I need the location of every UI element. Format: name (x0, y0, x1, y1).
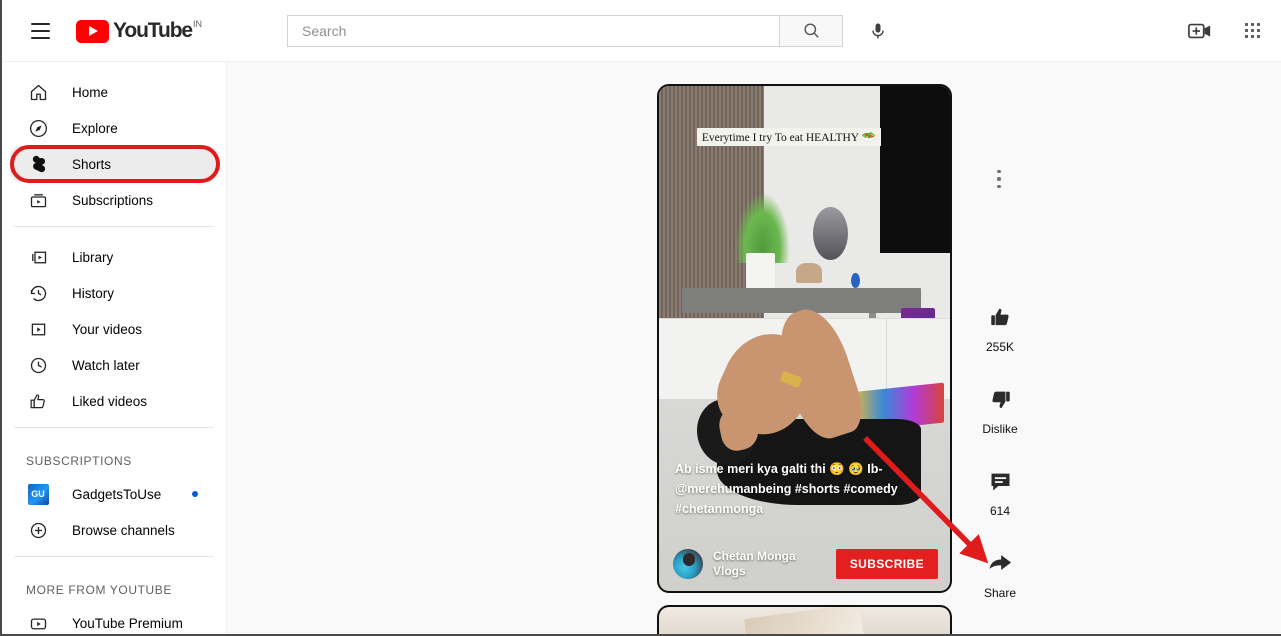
main-content-area: Everytime I try To eat HEALTHY 🥗 Ab isme… (227, 62, 1281, 634)
subscriptions-section-title: SUBSCRIPTIONS (26, 454, 132, 468)
history-clock-icon (26, 281, 50, 305)
subscriptions-icon (26, 188, 50, 212)
shorts-icon (26, 152, 50, 176)
like-button[interactable]: 255K (969, 300, 1031, 354)
channel-avatar: GU (26, 482, 50, 506)
sidebar-label: Library (72, 249, 114, 265)
search-area (287, 14, 895, 48)
share-button[interactable]: Share (969, 546, 1031, 600)
sidebar-label: Home (72, 84, 109, 100)
gadgetstouse-avatar-text: GU (27, 483, 49, 505)
sidebar-item-liked-videos[interactable]: Liked videos (2, 383, 226, 419)
sidebar-item-home[interactable]: Home (2, 74, 226, 110)
new-content-dot (192, 491, 198, 497)
sidebar-label: Subscriptions (72, 192, 154, 208)
voice-search-button[interactable] (861, 14, 895, 48)
sidebar-item-youtube-premium[interactable]: YouTube Premium (2, 605, 226, 634)
comment-count: 614 (989, 504, 1011, 518)
video-description: Ab isme meri kya galti thi 😳 🥹 Ib-@mereh… (675, 462, 898, 516)
youtube-country-code: IN (193, 18, 203, 29)
library-nav-group: Library History Your videos Watch later … (2, 227, 226, 427)
sidebar-label: Liked videos (72, 393, 148, 409)
thumbs-up-icon (983, 300, 1017, 334)
youtube-shorts-page: YouTube IN Search Home Explore Shorts Su… (0, 0, 1281, 636)
youtube-play-icon (76, 19, 109, 43)
subscriptions-nav-group: SUBSCRIPTIONS GU GadgetsToUse Browse cha… (2, 428, 226, 556)
thumbs-up-icon (26, 389, 50, 413)
share-arrow-icon (983, 546, 1017, 580)
sidebar-label: History (72, 285, 115, 301)
search-button[interactable] (779, 14, 844, 47)
youtube-logo-text: YouTube (113, 18, 193, 42)
shorts-video-player[interactable]: Everytime I try To eat HEALTHY 🥗 Ab isme… (657, 84, 952, 593)
channel-name-line2: Vlogs (713, 564, 746, 578)
comment-icon (983, 464, 1017, 498)
sidebar-label: Browse channels (72, 522, 175, 538)
dislike-label: Dislike (982, 422, 1018, 436)
dislike-button[interactable]: Dislike (969, 382, 1031, 436)
channel-avatar[interactable] (673, 549, 703, 579)
plus-circle-icon (26, 518, 50, 542)
sidebar-item-library[interactable]: Library (2, 239, 226, 275)
search-box[interactable] (287, 14, 780, 47)
left-sidebar: Home Explore Shorts Subscriptions Librar… (2, 62, 227, 634)
sidebar-label: Shorts (72, 156, 112, 172)
create-video-icon[interactable] (1187, 18, 1213, 44)
youtube-premium-icon (26, 611, 50, 634)
library-icon (26, 245, 50, 269)
channel-info-row: Chetan Monga Vlogs SUBSCRIBE (673, 549, 938, 579)
sidebar-item-history[interactable]: History (2, 275, 226, 311)
next-short-preview[interactable] (657, 605, 952, 634)
sidebar-label: Explore (72, 120, 118, 136)
sidebar-item-subscriptions[interactable]: Subscriptions (2, 182, 226, 218)
microphone-icon (872, 23, 884, 38)
sidebar-item-shorts[interactable]: Shorts (10, 146, 218, 182)
more-from-youtube-group: MORE FROM YOUTUBE YouTube Premium (2, 557, 226, 634)
subscribe-button[interactable]: SUBSCRIBE (835, 549, 938, 579)
sidebar-item-your-videos[interactable]: Your videos (2, 311, 226, 347)
magnifying-glass-icon (803, 23, 819, 38)
top-header-bar: YouTube IN (2, 0, 1281, 62)
comments-button[interactable]: 614 (969, 464, 1031, 518)
share-label: Share (983, 586, 1017, 600)
sidebar-label: YouTube Premium (72, 615, 183, 631)
sidebar-item-gadgetstouse[interactable]: GU GadgetsToUse (2, 476, 226, 512)
primary-nav-group: Home Explore Shorts Subscriptions (2, 62, 226, 226)
channel-name-line1: Chetan Monga (713, 549, 796, 563)
like-count: 255K (985, 340, 1015, 354)
shorts-player-column: Everytime I try To eat HEALTHY 🥗 Ab isme… (657, 84, 952, 593)
hamburger-menu-icon[interactable] (18, 9, 62, 53)
search-input[interactable] (302, 22, 780, 39)
sidebar-label: Watch later (72, 357, 140, 373)
home-icon (26, 80, 50, 104)
clock-icon (26, 353, 50, 377)
sidebar-item-watch-later[interactable]: Watch later (2, 347, 226, 383)
more-section-title: MORE FROM YOUTUBE (26, 583, 172, 597)
youtube-logo[interactable]: YouTube IN (76, 18, 202, 44)
thumbs-down-icon (983, 382, 1017, 416)
sidebar-item-browse-channels[interactable]: Browse channels (2, 512, 226, 548)
header-right-icons (1187, 18, 1265, 44)
sidebar-label: GadgetsToUse (72, 486, 162, 502)
sidebar-item-explore[interactable]: Explore (2, 110, 226, 146)
video-overlay-caption: Everytime I try To eat HEALTHY 🥗 (696, 127, 881, 146)
channel-name-block[interactable]: Chetan Monga Vlogs (703, 549, 796, 579)
your-videos-icon (26, 317, 50, 341)
sidebar-label: Your videos (72, 321, 143, 337)
kebab-menu-icon[interactable] (987, 162, 1011, 196)
shorts-action-rail: 255K Dislike 614 Share (969, 300, 1031, 628)
compass-icon (26, 116, 50, 140)
apps-grid-icon[interactable] (1239, 18, 1265, 44)
